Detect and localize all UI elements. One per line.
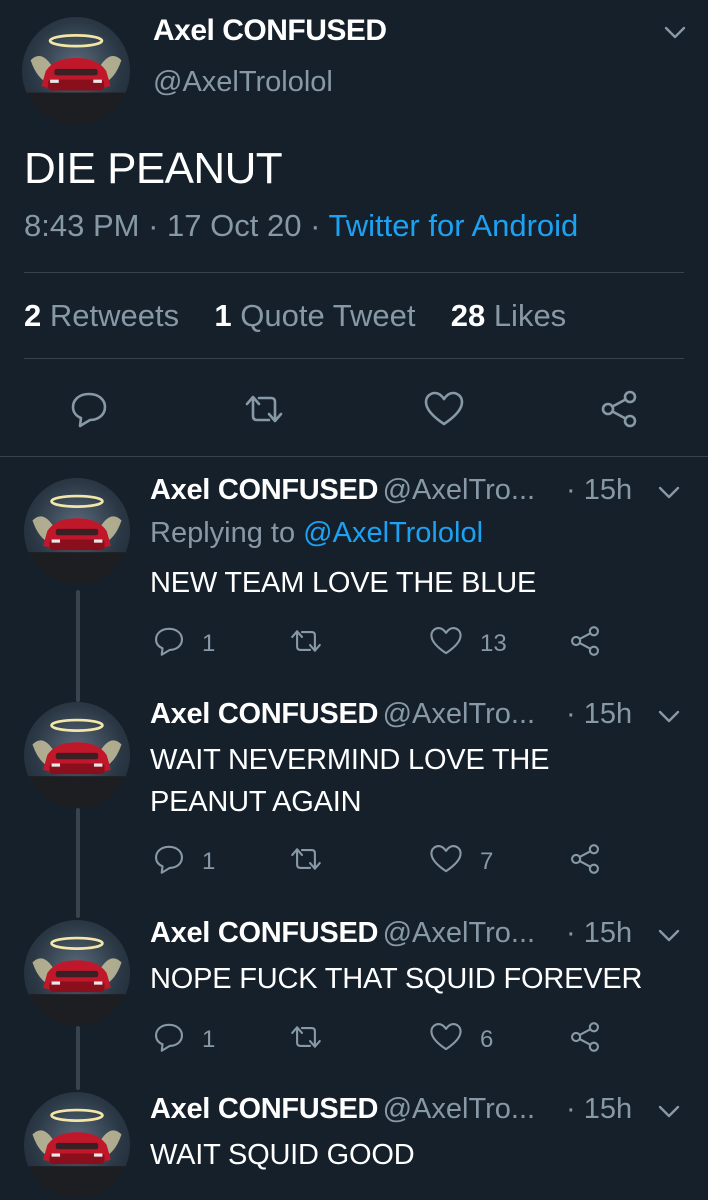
reply-time[interactable]: · 15h: [566, 1093, 632, 1126]
retweet-icon[interactable]: [287, 1020, 325, 1054]
likes-label: Likes: [493, 298, 567, 333]
likes-stat[interactable]: 28 Likes: [451, 298, 566, 333]
chevron-down-icon[interactable]: [656, 1101, 682, 1121]
quotes-stat[interactable]: 1 Quote Tweet: [214, 298, 424, 333]
chevron-down-icon[interactable]: [656, 706, 682, 726]
share-icon[interactable]: [568, 1020, 602, 1054]
reply-count: 1: [202, 848, 216, 875]
reply-time[interactable]: · 15h: [566, 474, 632, 507]
like-count: 6: [480, 1026, 494, 1053]
replying-prefix: Replying to: [150, 517, 296, 549]
reply-count: 1: [202, 630, 216, 657]
chevron-down-icon[interactable]: [662, 22, 688, 42]
thread-line: [76, 1026, 80, 1090]
author-name[interactable]: Axel CONFUSED: [150, 474, 378, 506]
meta-separator: ·: [310, 208, 321, 243]
reply-header: Axel CONFUSED @AxelTro...: [150, 1093, 535, 1126]
avatar-image: [24, 494, 130, 584]
chevron-down-icon[interactable]: [656, 482, 682, 502]
author-handle[interactable]: @AxelTrololol: [153, 66, 333, 99]
reply-time[interactable]: · 15h: [566, 698, 632, 731]
tweet-date: 17 Oct 20: [167, 208, 302, 243]
divider: [24, 272, 684, 273]
avatar[interactable]: [24, 1092, 130, 1198]
meta-separator: ·: [148, 208, 159, 243]
avatar-image: [24, 936, 130, 1026]
tweet-stats: 2 Retweets 1 Quote Tweet 28 Likes: [24, 298, 566, 334]
share-icon[interactable]: [568, 842, 602, 876]
share-icon[interactable]: [598, 388, 640, 430]
reply-text: WAIT SQUID GOOD: [150, 1139, 415, 1171]
heart-icon[interactable]: [428, 1020, 464, 1054]
retweet-icon[interactable]: [287, 624, 325, 658]
author-handle[interactable]: @AxelTro...: [383, 917, 535, 949]
author-name[interactable]: Axel CONFUSED: [150, 698, 378, 730]
avatar[interactable]: [24, 920, 130, 1026]
author-handle[interactable]: @AxelTro...: [383, 1093, 535, 1125]
divider: [24, 358, 684, 359]
retweet-icon[interactable]: [241, 388, 287, 430]
replying-to: Replying to @AxelTrololol: [150, 517, 483, 550]
avatar[interactable]: [22, 17, 130, 125]
avatar-image: [22, 34, 130, 125]
like-count: 7: [480, 848, 494, 875]
heart-icon[interactable]: [428, 624, 464, 658]
reply-icon[interactable]: [152, 1020, 186, 1054]
retweets-count: 2: [24, 298, 42, 333]
avatar[interactable]: [24, 478, 130, 584]
retweets-label: Retweets: [49, 298, 180, 333]
author-handle[interactable]: @AxelTro...: [383, 474, 535, 506]
reply-count: 1: [202, 1026, 216, 1053]
heart-icon[interactable]: [422, 388, 466, 430]
reply-icon[interactable]: [152, 624, 186, 658]
heart-icon[interactable]: [428, 842, 464, 876]
like-count: 13: [480, 630, 507, 657]
divider: [0, 456, 708, 457]
author-name[interactable]: Axel CONFUSED: [150, 1093, 378, 1125]
tweet-text: DIE PEANUT: [24, 144, 283, 193]
reply-icon[interactable]: [152, 842, 186, 876]
replying-to-link[interactable]: @AxelTrololol: [303, 517, 483, 549]
tweet-meta: 8:43 PM · 17 Oct 20 · Twitter for Androi…: [24, 208, 578, 244]
likes-count: 28: [450, 298, 486, 333]
reply-text-line-1: WAIT NEVERMIND LOVE THE: [150, 744, 550, 776]
author-name[interactable]: Axel CONFUSED: [150, 917, 378, 949]
tweet-source-link[interactable]: Twitter for Android: [328, 208, 578, 243]
reply-header: Axel CONFUSED @AxelTro...: [150, 917, 535, 950]
author-name[interactable]: Axel CONFUSED: [153, 14, 387, 48]
thread-line: [76, 590, 80, 702]
reply-header: Axel CONFUSED @AxelTro...: [150, 474, 535, 507]
retweets-stat[interactable]: 2 Retweets: [24, 298, 188, 333]
author-handle[interactable]: @AxelTro...: [383, 698, 535, 730]
share-icon[interactable]: [568, 624, 602, 658]
quotes-count: 1: [214, 298, 232, 333]
reply-time[interactable]: · 15h: [566, 917, 632, 950]
chevron-down-icon[interactable]: [656, 925, 682, 945]
reply-header: Axel CONFUSED @AxelTro...: [150, 698, 535, 731]
avatar[interactable]: [24, 702, 130, 808]
avatar-image: [24, 718, 130, 808]
tweet-time: 8:43 PM: [24, 208, 140, 243]
avatar-image: [24, 1108, 130, 1198]
reply-text: NEW TEAM LOVE THE BLUE: [150, 567, 537, 599]
reply-text: NOPE FUCK THAT SQUID FOREVER: [150, 963, 643, 995]
reply-text-line-2: PEANUT AGAIN: [150, 786, 362, 818]
thread-line: [76, 808, 80, 918]
quotes-label: Quote Tweet: [240, 298, 416, 333]
retweet-icon[interactable]: [287, 842, 325, 876]
reply-icon[interactable]: [68, 388, 110, 430]
